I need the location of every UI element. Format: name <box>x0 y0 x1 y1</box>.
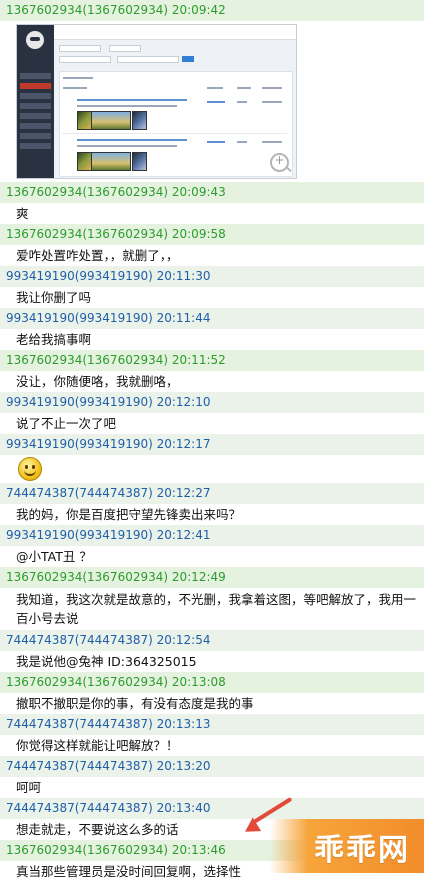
message-text: 爱咋处置咋处置，，就删了，， <box>16 248 179 263</box>
message-sender-header: 993419190(993419190) 20:11:44 <box>0 308 424 329</box>
panel-logo-icon <box>26 31 44 49</box>
panel-post-image <box>91 152 131 171</box>
message-sender-header: 1367602934(1367602934) 20:13:08 <box>0 672 424 693</box>
message-text: 我知道，我这次就是故意的，不光删，我拿着这图，等吧解放了，我用一百小号去说 <box>16 592 417 626</box>
panel-nav-item <box>20 133 51 139</box>
message-text: 你觉得这样就能让吧解放？！ <box>16 738 179 753</box>
message-sender-header: 1367602934(1367602934) 20:09:43 <box>0 182 424 203</box>
message-sender-header: 744474387(744474387) 20:13:13 <box>0 714 424 735</box>
message-text: 我让你删了吗 <box>16 290 92 305</box>
message-sender-header: 744474387(744474387) 20:13:20 <box>0 756 424 777</box>
chat-message: 1367602934(1367602934) 20:12:49 我知道，我这次就是… <box>0 567 424 630</box>
chat-message: 744474387(744474387) 20:12:27 我的妈，你是百度把守望… <box>0 483 424 525</box>
panel-topbar <box>54 25 296 40</box>
panel-nav-item <box>20 93 51 99</box>
message-sender-header: 744474387(744474387) 20:13:40 <box>0 798 424 819</box>
panel-cell <box>237 141 247 143</box>
panel-column <box>262 87 282 89</box>
chat-log: 1367602934(1367602934) 20:09:42 +13676029… <box>0 0 424 882</box>
message-sender-header: 993419190(993419190) 20:12:10 <box>0 392 424 413</box>
chat-message: 993419190(993419190) 20:12:10 说了不止一次了吧 <box>0 392 424 434</box>
panel-column <box>63 87 87 89</box>
chat-message: 1367602934(1367602934) 20:09:58 爱咋处置咋处置，，… <box>0 224 424 266</box>
message-text: 老给我搞事啊 <box>16 332 92 347</box>
chat-message: 1367602934(1367602934) 20:09:43 爽 <box>0 182 424 224</box>
panel-post-title <box>77 139 187 141</box>
panel-filter-field <box>59 56 111 63</box>
panel-nav-item <box>20 143 51 149</box>
chat-message: 1367602934(1367602934) 20:11:52 没让，你随便咯，我… <box>0 350 424 392</box>
chat-message: 993419190(993419190) 20:12:41 @小TAT丑 ？ <box>0 525 424 567</box>
panel-divider <box>62 133 287 134</box>
chat-message: 993419190(993419190) 20:11:30 我让你删了吗 <box>0 266 424 308</box>
message-text: 没让，你随便咯，我就删咯， <box>16 374 179 389</box>
message-sender-header: 993419190(993419190) 20:12:17 <box>0 434 424 455</box>
panel-post-title <box>77 99 187 101</box>
message-text: @小TAT丑 ？ <box>16 549 92 564</box>
panel-nav-item <box>20 73 51 79</box>
panel-heading <box>63 77 93 79</box>
panel-nav-item <box>20 103 51 109</box>
chat-message: 993419190(993419190) 20:11:44 老给我搞事啊 <box>0 308 424 350</box>
panel-post-image <box>132 111 147 130</box>
chat-message: 744474387(744474387) 20:13:13 你觉得这样就能让吧解放… <box>0 714 424 756</box>
panel-post-image <box>132 152 147 171</box>
chat-message: 744474387(744474387) 20:12:54 我是说他@兔神 ID:… <box>0 630 424 672</box>
panel-post-image <box>91 111 131 130</box>
panel-filter-field <box>59 45 101 52</box>
message-text: 我的妈，你是百度把守望先锋卖出来吗？ <box>16 507 242 522</box>
message-text: 爽 <box>16 206 29 221</box>
smiley-emoticon-icon <box>18 457 42 481</box>
panel-search-button <box>182 56 194 62</box>
message-sender-header: 1367602934(1367602934) 20:09:42 <box>0 0 424 21</box>
panel-cell <box>262 141 282 143</box>
message-sender-header: 993419190(993419190) 20:11:30 <box>0 266 424 287</box>
panel-nav-item <box>20 113 51 119</box>
panel-filter-field <box>117 56 179 63</box>
screenshot-image[interactable]: + <box>16 24 297 179</box>
panel-cell <box>237 101 247 103</box>
panel-post-text <box>77 145 177 147</box>
panel-nav-item <box>20 123 51 129</box>
message-sender-header: 993419190(993419190) 20:12:41 <box>0 525 424 546</box>
panel-column <box>237 87 251 89</box>
message-text: 我是说他@兔神 ID:364325015 <box>16 654 197 669</box>
message-sender-header: 1367602934(1367602934) 20:11:52 <box>0 350 424 371</box>
message-text: 撤职不撤职是你的事，有没有态度是我的事 <box>16 696 254 711</box>
panel-nav-item <box>20 83 51 89</box>
panel-post-text <box>77 105 177 107</box>
site-watermark: 乖乖网 <box>270 819 424 873</box>
panel-filter-field <box>109 45 141 52</box>
panel-user <box>207 141 225 143</box>
zoom-in-icon[interactable]: + <box>270 153 289 172</box>
panel-cell <box>262 101 282 103</box>
panel-column <box>207 87 223 89</box>
watermark-text: 乖乖网 <box>314 833 410 868</box>
chat-message: 744474387(744474387) 20:13:20 呵呵 <box>0 756 424 798</box>
message-text: 说了不止一次了吧 <box>16 416 117 431</box>
panel-post-image <box>77 111 92 130</box>
message-text: 呵呵 <box>16 780 42 795</box>
message-sender-header: 1367602934(1367602934) 20:12:49 <box>0 567 424 588</box>
panel-user <box>207 101 225 103</box>
message-sender-header: 744474387(744474387) 20:12:27 <box>0 483 424 504</box>
chat-message: 1367602934(1367602934) 20:09:42 + <box>0 0 424 179</box>
message-sender-header: 744474387(744474387) 20:12:54 <box>0 630 424 651</box>
panel-post-image <box>77 152 92 171</box>
chat-message: 993419190(993419190) 20:12:17 <box>0 434 424 481</box>
message-sender-header: 1367602934(1367602934) 20:09:58 <box>0 224 424 245</box>
chat-message: 1367602934(1367602934) 20:13:08 撤职不撤职是你的事… <box>0 672 424 714</box>
